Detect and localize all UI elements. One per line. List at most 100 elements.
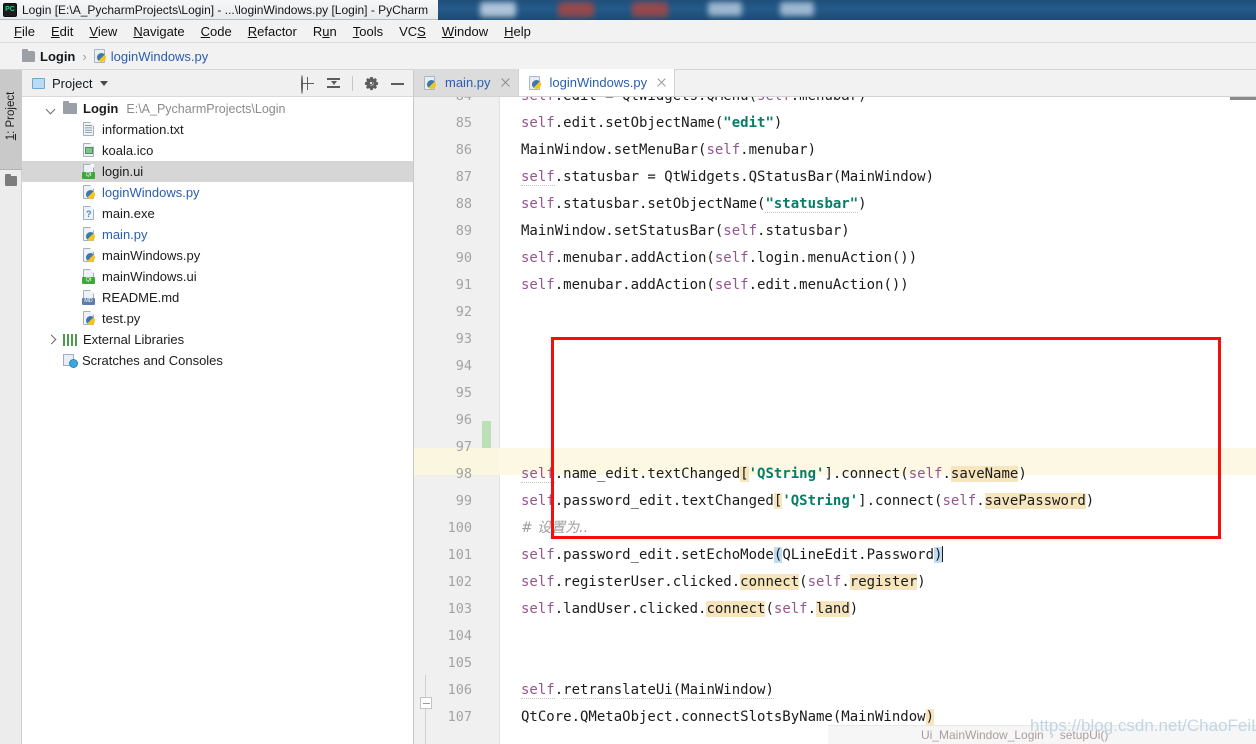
menu-item-help[interactable]: Help [496,21,539,42]
breadcrumb-class[interactable]: Ui_MainWindow_Login [921,728,1044,742]
code-line-87: self.statusbar = QtWidgets.QStatusBar(Ma… [521,169,935,186]
tree-item-label: information.txt [102,122,184,137]
line-number: 94 [455,358,472,374]
chevron-down-icon[interactable] [100,80,109,86]
code-line-99: self.landUser.clicked.connect(self.land) [521,601,859,617]
code-line-94: self.name_edit.textChanged['QString'].co… [521,466,1027,483]
menu-item-run[interactable]: Run [305,21,345,42]
code-line-86: MainWindow.setMenuBar(self.menubar) [521,142,817,158]
tree-row-readme-md[interactable]: MD README.md [22,287,413,308]
editor-tab-label: main.py [445,75,491,90]
chevron-right-icon: › [82,48,87,64]
tree-item-label: loginWindows.py [102,185,200,200]
code-line-85: self.edit.setObjectName("edit") [521,115,783,131]
desktop-blur-shape [558,2,594,17]
line-number: 97 [455,439,472,455]
collapse-all-icon[interactable] [326,76,341,91]
breadcrumb-file[interactable]: loginWindows.py [111,49,209,64]
menu-item-refactor[interactable]: Refactor [240,21,305,42]
tree-item-label: login.ui [102,164,144,179]
navigation-breadcrumb-bar: Login › loginWindows.py [0,43,1256,70]
editor-tab-loginwindows-py[interactable]: loginWindows.py [518,69,676,96]
line-number: 95 [455,385,472,401]
line-number: 98 [455,466,472,482]
code-line-102: self.retranslateUi(MainWindow) [521,682,774,699]
editor-tab-main-py[interactable]: main.py [414,69,519,96]
line-number: 101 [447,547,472,563]
pycharm-icon: PC [3,3,17,17]
line-number: 104 [447,628,472,644]
project-tool-window: Project Login E:\A_PycharmProjects\Login… [22,70,414,744]
breadcrumb-project[interactable]: Login [40,49,75,64]
python-file-icon [82,227,96,242]
tree-row-main-py[interactable]: main.py [22,224,413,245]
tree-item-label: mainWindows.ui [102,269,197,284]
pycharm-window: PC Login [E:\A_PycharmProjects\Login] - … [0,0,1256,744]
tree-item-path: E:\A_PycharmProjects\Login [126,101,286,116]
qt-ui-file-icon: Qt [82,164,96,179]
close-icon[interactable] [656,78,666,88]
folder-icon[interactable] [5,174,17,186]
settings-icon[interactable] [364,76,379,91]
line-number: 106 [447,682,472,698]
menu-item-navigate[interactable]: Navigate [125,21,192,42]
tree-row-mainwindows-ui[interactable]: Qt mainWindows.ui [22,266,413,287]
tree-item-label: main.py [102,227,148,242]
python-file-icon [82,311,96,326]
line-number: 100 [447,520,472,536]
tree-item-label: README.md [102,290,180,305]
line-number: 85 [455,115,472,131]
tree-row-scratches-and-consoles[interactable]: Scratches and Consoles [22,350,413,371]
menu-item-file[interactable]: File [6,21,43,42]
tree-row-login-root[interactable]: Login E:\A_PycharmProjects\Login [22,98,413,119]
sidebar-tab-project[interactable]: 1: Project [0,70,22,170]
line-number: 102 [447,574,472,590]
tree-item-label: Login [83,101,119,116]
menu-item-edit[interactable]: Edit [43,21,81,42]
close-icon[interactable] [500,78,510,88]
line-number: 84 [414,97,472,110]
locate-icon[interactable] [300,75,315,94]
chevron-right-icon[interactable] [46,334,57,345]
code-line-91: self.menubar.addAction(self.edit.menuAct… [521,277,909,293]
vcs-change-marker[interactable] [482,421,491,448]
menu-item-vcs[interactable]: VCS [391,21,434,42]
tree-row-information-txt[interactable]: information.txt [22,119,413,140]
line-number: 92 [455,304,472,320]
tree-row-loginwindows-py[interactable]: loginWindows.py [22,182,413,203]
qt-ui-file-icon: Qt [82,269,96,284]
tree-item-label: test.py [102,311,141,326]
text-file-icon [82,122,96,137]
project-window-icon [32,77,45,89]
tree-row-mainwindows-py[interactable]: mainWindows.py [22,245,413,266]
desktop-blur-shape [780,2,814,16]
scrollbar-thumb[interactable] [1230,97,1256,100]
tree-row-koala-ico[interactable]: koala.ico [22,140,413,161]
code-folding-column[interactable] [499,97,521,744]
menu-item-tools[interactable]: Tools [345,21,391,42]
line-number: 87 [455,169,472,185]
tree-row-test-py[interactable]: test.py [22,308,413,329]
tree-row-main-exe[interactable]: ? main.exe [22,203,413,224]
tree-item-label: main.exe [102,206,155,221]
folder-icon [22,48,35,62]
menu-item-view[interactable]: View [81,21,125,42]
hide-icon[interactable] [390,76,405,91]
image-file-icon [82,143,96,158]
code-line-88: self.statusbar.setObjectName("statusbar"… [521,196,867,213]
line-number: 90 [455,250,472,266]
tree-row-external-libraries[interactable]: External Libraries [22,329,413,350]
code-line-90: self.menubar.addAction(self.login.menuAc… [521,250,918,266]
python-file-icon [82,185,96,200]
line-number: 107 [447,709,472,725]
menu-item-code[interactable]: Code [193,21,240,42]
code-editor[interactable]: 84 85 86 87 88 89 90 91 92 93 94 95 96 9… [414,97,1256,744]
left-tool-strip: 1: Project [0,70,22,744]
code-line-96-comment: # 设置为.. [521,520,589,536]
tree-row-login-ui[interactable]: Qt login.ui [22,161,413,182]
line-number: 89 [455,223,472,239]
menu-item-window[interactable]: Window [434,21,496,42]
project-panel-title: Project [52,75,93,91]
editor-marker-bar[interactable] [1230,97,1256,744]
chevron-down-icon[interactable] [46,103,57,114]
